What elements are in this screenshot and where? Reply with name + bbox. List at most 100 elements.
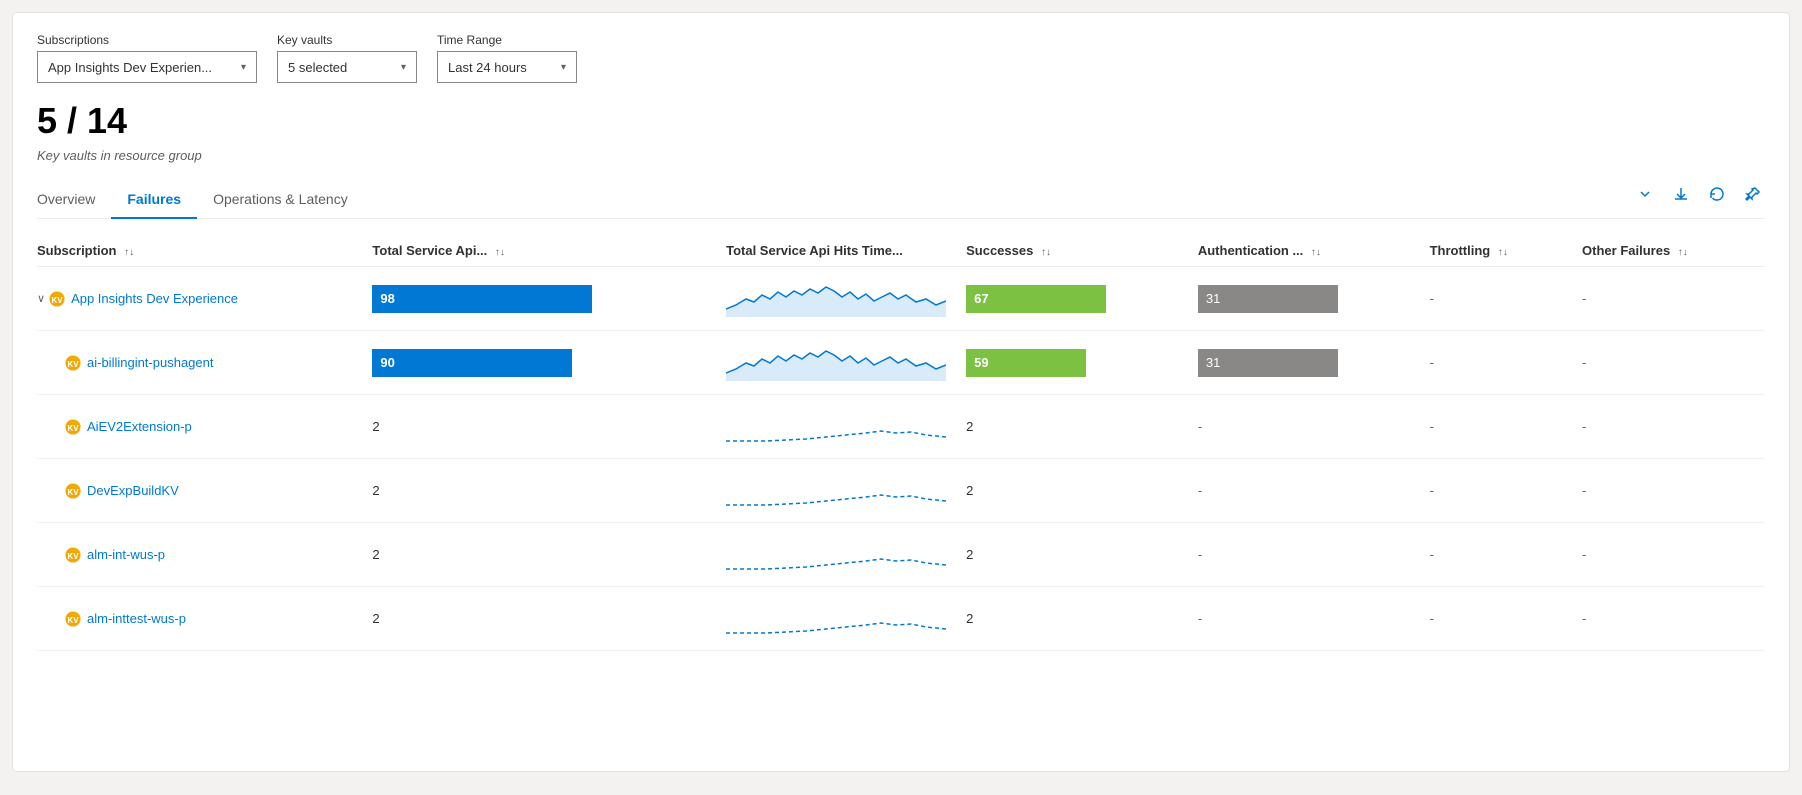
cell-total-api: 2	[372, 459, 726, 523]
filters-row: Subscriptions App Insights Dev Experien.…	[37, 33, 1765, 83]
cell-throttling: -	[1430, 331, 1582, 395]
subscriptions-filter-group: Subscriptions App Insights Dev Experien.…	[37, 33, 257, 83]
cell-hits-time	[726, 331, 966, 395]
table-row: KV alm-inttest-wus-p 2 2 - - -	[37, 587, 1765, 651]
cell-throttling: -	[1430, 587, 1582, 651]
cell-hits-time	[726, 395, 966, 459]
cell-total-api: 2	[372, 523, 726, 587]
svg-text:KV: KV	[67, 616, 79, 625]
data-table: Subscription ↑↓ Total Service Api... ↑↓ …	[37, 235, 1765, 651]
cell-total-api: 2	[372, 587, 726, 651]
tab-actions	[1633, 184, 1765, 217]
cell-subscription: KV DevExpBuildKV	[37, 459, 372, 523]
timerange-label: Time Range	[437, 33, 577, 47]
subscriptions-dropdown[interactable]: App Insights Dev Experien... ▾	[37, 51, 257, 83]
cell-successes: 59	[966, 331, 1198, 395]
svg-text:KV: KV	[67, 424, 79, 433]
data-table-wrapper: Subscription ↑↓ Total Service Api... ↑↓ …	[37, 235, 1765, 651]
sort-icon-total-api: ↑↓	[495, 247, 505, 258]
keyvaults-filter-group: Key vaults 5 selected ▾	[277, 33, 417, 83]
cell-authentication: -	[1198, 395, 1430, 459]
timerange-chevron-icon: ▾	[561, 62, 566, 73]
pin-icon[interactable]	[1741, 184, 1765, 209]
cell-throttling: -	[1430, 459, 1582, 523]
cell-other-failures: -	[1582, 459, 1765, 523]
cell-successes: 2	[966, 395, 1198, 459]
sort-icon-throttling: ↑↓	[1498, 247, 1508, 258]
table-row: KV ai-billingint-pushagent 90 59 31 - -	[37, 331, 1765, 395]
table-row: KV alm-int-wus-p 2 2 - - -	[37, 523, 1765, 587]
table-row: KV AiEV2Extension-p 2 2 - - -	[37, 395, 1765, 459]
cell-subscription: KV alm-int-wus-p	[37, 523, 372, 587]
timerange-value: Last 24 hours	[448, 60, 527, 75]
keyvaults-label: Key vaults	[277, 33, 417, 47]
subscription-link[interactable]: AiEV2Extension-p	[87, 419, 192, 434]
timerange-filter-group: Time Range Last 24 hours ▾	[437, 33, 577, 83]
cell-other-failures: -	[1582, 523, 1765, 587]
subscription-link[interactable]: alm-inttest-wus-p	[87, 611, 186, 626]
keyvaults-chevron-icon: ▾	[401, 62, 406, 73]
expand-icon[interactable]	[1633, 184, 1657, 209]
cell-successes: 2	[966, 587, 1198, 651]
tab-failures[interactable]: Failures	[111, 183, 197, 219]
refresh-icon[interactable]	[1705, 184, 1729, 209]
subscription-link[interactable]: App Insights Dev Experience	[71, 291, 238, 306]
cell-successes: 67	[966, 267, 1198, 331]
subscriptions-value: App Insights Dev Experien...	[48, 60, 212, 75]
cell-subscription: KV AiEV2Extension-p	[37, 395, 372, 459]
main-container: Subscriptions App Insights Dev Experien.…	[12, 12, 1790, 772]
subscription-link[interactable]: DevExpBuildKV	[87, 483, 179, 498]
timerange-dropdown[interactable]: Last 24 hours ▾	[437, 51, 577, 83]
cell-authentication: 31	[1198, 267, 1430, 331]
subscription-link[interactable]: ai-billingint-pushagent	[87, 355, 213, 370]
cell-other-failures: -	[1582, 331, 1765, 395]
svg-text:KV: KV	[67, 360, 79, 369]
summary-section: 5 / 14 Key vaults in resource group	[37, 99, 1765, 163]
keyvaults-value: 5 selected	[288, 60, 347, 75]
col-header-throttling[interactable]: Throttling ↑↓	[1430, 235, 1582, 267]
col-header-hits-time[interactable]: Total Service Api Hits Time...	[726, 235, 966, 267]
sort-icon-other: ↑↓	[1678, 247, 1688, 258]
sort-icon-subscription: ↑↓	[124, 247, 134, 258]
cell-subscription: KV ai-billingint-pushagent	[37, 331, 372, 395]
cell-authentication: -	[1198, 459, 1430, 523]
col-header-authentication[interactable]: Authentication ... ↑↓	[1198, 235, 1430, 267]
cell-total-api: 98	[372, 267, 726, 331]
cell-authentication: -	[1198, 523, 1430, 587]
cell-hits-time	[726, 459, 966, 523]
cell-throttling: -	[1430, 267, 1582, 331]
table-row: KV DevExpBuildKV 2 2 - - -	[37, 459, 1765, 523]
cell-other-failures: -	[1582, 395, 1765, 459]
cell-throttling: -	[1430, 523, 1582, 587]
cell-throttling: -	[1430, 395, 1582, 459]
cell-other-failures: -	[1582, 587, 1765, 651]
col-header-subscription[interactable]: Subscription ↑↓	[37, 235, 372, 267]
tab-operations-latency[interactable]: Operations & Latency	[197, 183, 364, 219]
subscriptions-label: Subscriptions	[37, 33, 257, 47]
table-row: ∨ KV App Insights Dev Experience 98 67 3…	[37, 267, 1765, 331]
cell-other-failures: -	[1582, 267, 1765, 331]
svg-text:KV: KV	[52, 296, 64, 305]
cell-hits-time	[726, 587, 966, 651]
keyvaults-dropdown[interactable]: 5 selected ▾	[277, 51, 417, 83]
col-header-total-api[interactable]: Total Service Api... ↑↓	[372, 235, 726, 267]
cell-successes: 2	[966, 459, 1198, 523]
svg-text:KV: KV	[67, 552, 79, 561]
expand-row-icon[interactable]: ∨	[37, 292, 45, 305]
download-icon[interactable]	[1669, 184, 1693, 209]
summary-description: Key vaults in resource group	[37, 148, 1765, 163]
sort-icon-successes: ↑↓	[1041, 247, 1051, 258]
svg-text:KV: KV	[67, 488, 79, 497]
cell-authentication: 31	[1198, 331, 1430, 395]
subscriptions-chevron-icon: ▾	[241, 62, 246, 73]
subscription-link[interactable]: alm-int-wus-p	[87, 547, 165, 562]
cell-subscription: ∨ KV App Insights Dev Experience	[37, 267, 372, 331]
col-header-other-failures[interactable]: Other Failures ↑↓	[1582, 235, 1765, 267]
col-header-successes[interactable]: Successes ↑↓	[966, 235, 1198, 267]
cell-successes: 2	[966, 523, 1198, 587]
sort-icon-auth: ↑↓	[1311, 247, 1321, 258]
cell-hits-time	[726, 267, 966, 331]
cell-subscription: KV alm-inttest-wus-p	[37, 587, 372, 651]
summary-count: 5 / 14	[37, 99, 1765, 142]
tab-overview[interactable]: Overview	[37, 183, 111, 219]
